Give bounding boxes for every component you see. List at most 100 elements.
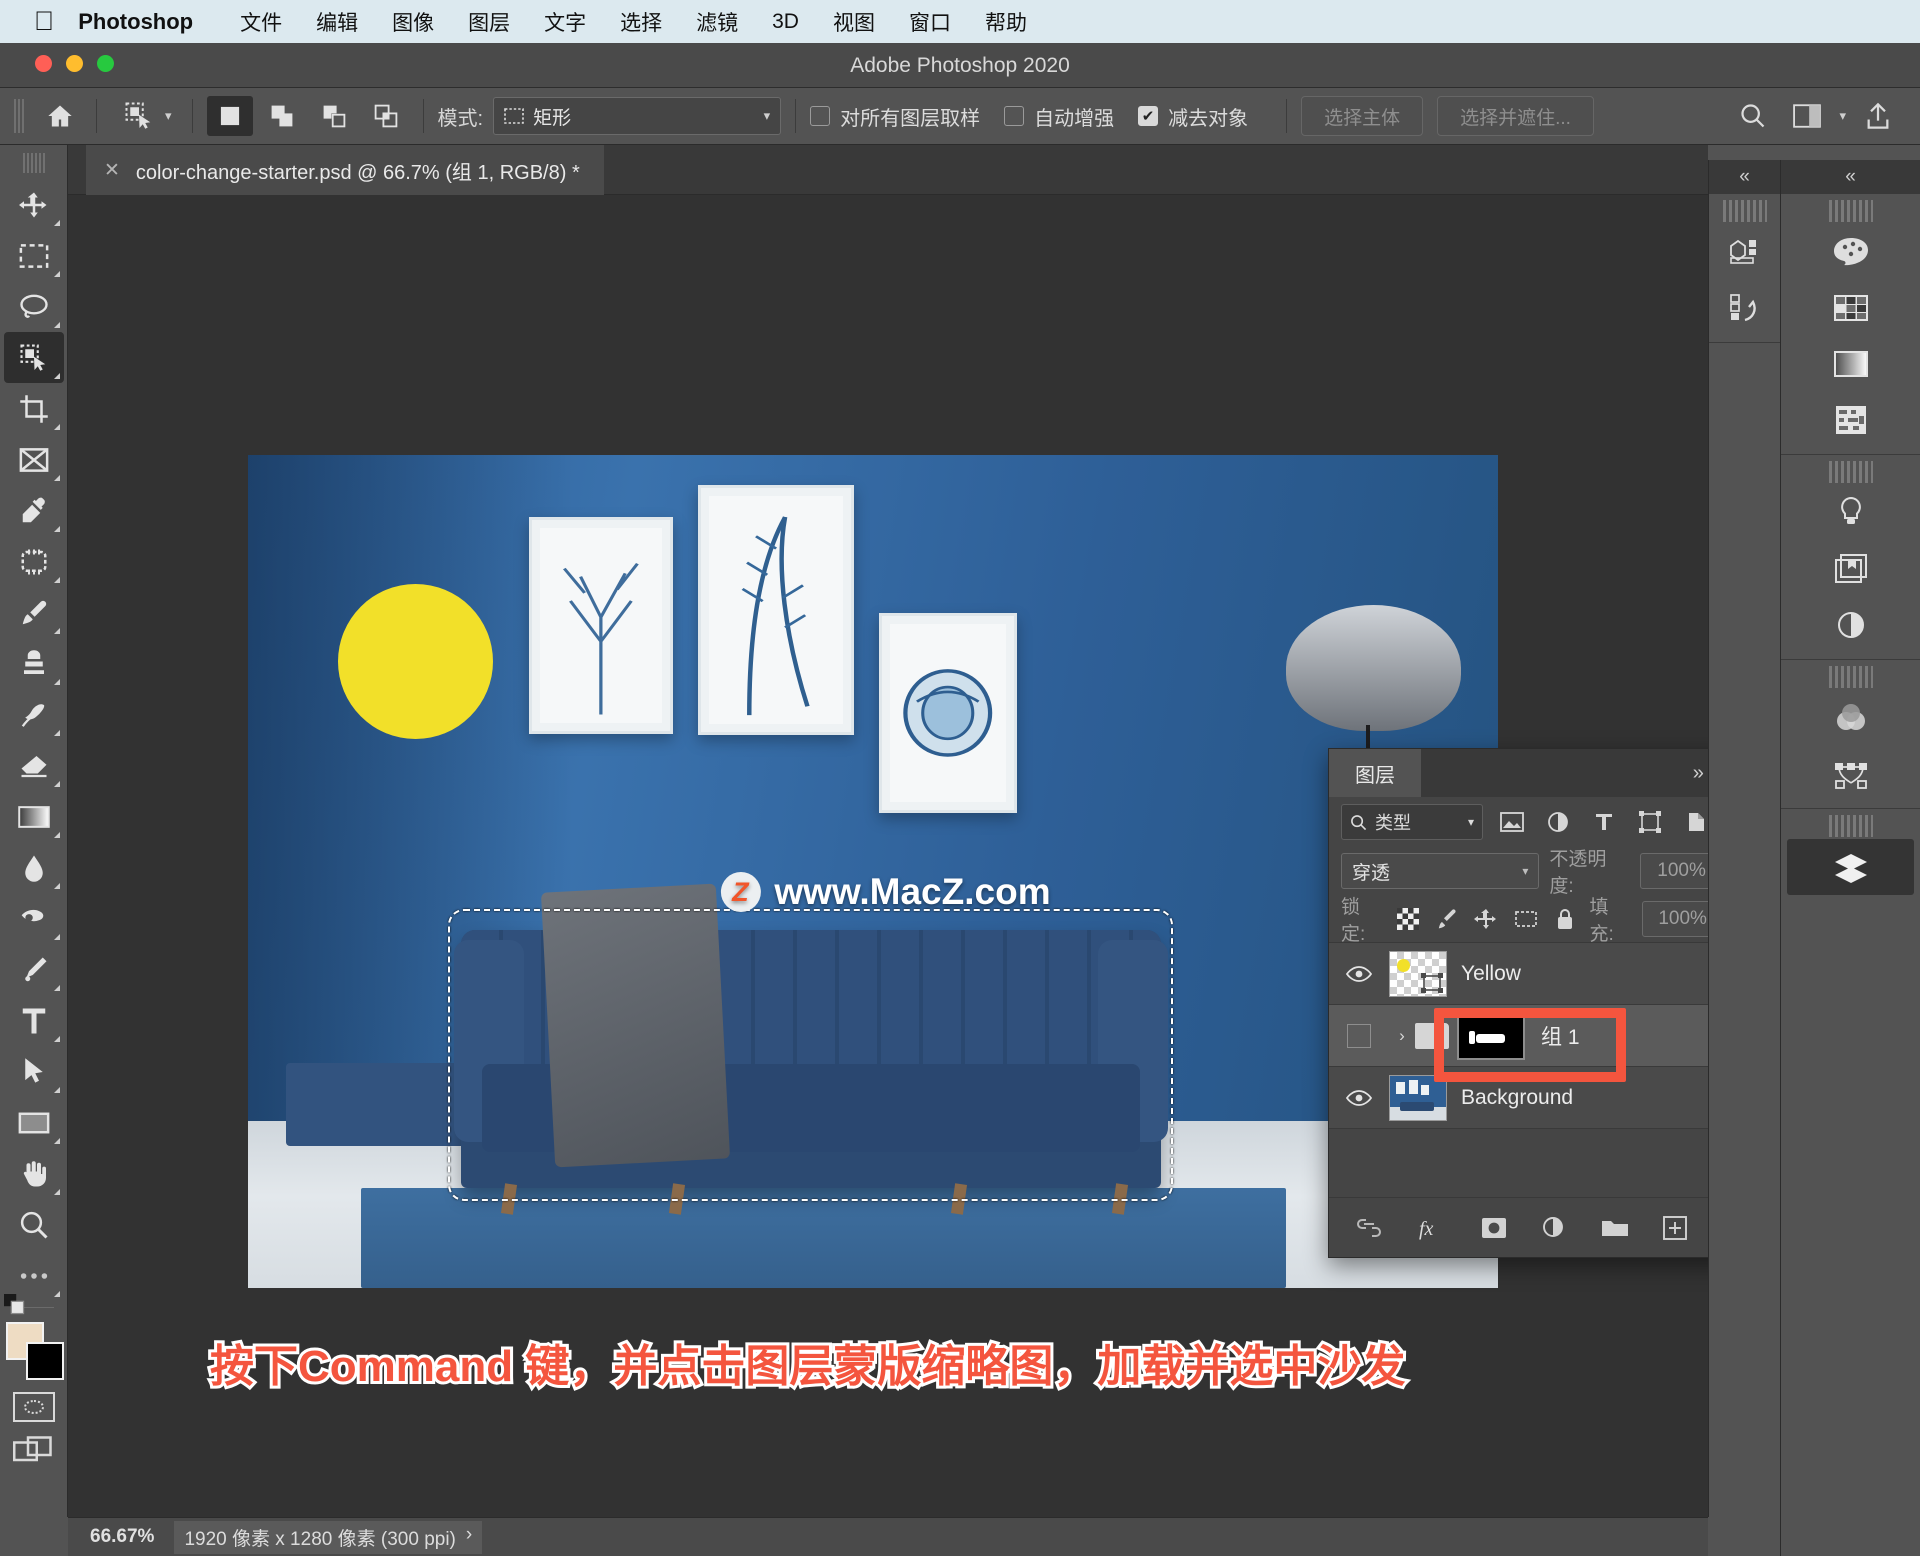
move-tool[interactable] xyxy=(4,179,64,230)
patterns-panel-icon[interactable] xyxy=(1781,392,1920,448)
layer-visibility-toggle[interactable] xyxy=(1329,965,1389,983)
home-icon[interactable] xyxy=(38,96,82,136)
lock-artboard-icon[interactable] xyxy=(1511,904,1540,934)
lasso-tool[interactable] xyxy=(4,281,64,332)
eraser-tool[interactable] xyxy=(4,740,64,791)
hand-tool[interactable] xyxy=(4,1148,64,1199)
menu-item-file[interactable]: 文件 xyxy=(223,7,299,37)
gradient-tool[interactable] xyxy=(4,791,64,842)
table-row[interactable]: Yellow xyxy=(1329,943,1771,1005)
path-selection-tool[interactable] xyxy=(4,1046,64,1097)
menu-item-image[interactable]: 图像 xyxy=(375,7,451,37)
layer-name[interactable]: Yellow xyxy=(1461,962,1521,986)
menu-item-3d[interactable]: 3D xyxy=(755,10,816,34)
lock-position-icon[interactable] xyxy=(1472,904,1501,934)
frame-tool[interactable] xyxy=(4,434,64,485)
chevrons-right-icon[interactable]: » xyxy=(1693,762,1704,785)
blur-tool[interactable] xyxy=(4,842,64,893)
libraries-panel-icon[interactable] xyxy=(1781,541,1920,597)
checkbox-box-checked[interactable] xyxy=(1138,106,1159,126)
chevron-down-icon[interactable]: ▾ xyxy=(1522,864,1528,878)
color-swatches[interactable] xyxy=(3,1294,64,1382)
new-selection-button[interactable] xyxy=(206,96,253,136)
layer-mask-thumbnail[interactable] xyxy=(1457,1011,1525,1060)
rectangular-marquee-tool[interactable] xyxy=(4,230,64,281)
select-subject-button[interactable]: 选择主体 xyxy=(1301,96,1424,136)
document-dimensions[interactable]: 1920 像素 x 1280 像素 (300 ppi) › xyxy=(174,1520,483,1554)
rail-grip[interactable] xyxy=(1722,200,1767,222)
screen-mode-icon[interactable] xyxy=(12,1436,55,1466)
auto-enhance-checkbox[interactable]: 自动增强 xyxy=(1004,102,1114,131)
subtract-object-checkbox[interactable]: 减去对象 xyxy=(1138,102,1248,131)
menu-item-layer[interactable]: 图层 xyxy=(451,7,527,37)
layer-name[interactable]: 组 1 xyxy=(1541,1021,1580,1051)
pen-tool[interactable] xyxy=(4,944,64,995)
layers-panel-icon[interactable] xyxy=(1787,839,1914,895)
layer-name[interactable]: Background xyxy=(1461,1086,1573,1110)
type-tool[interactable] xyxy=(4,995,64,1046)
rail-grip[interactable] xyxy=(1828,461,1873,483)
quick-selection-tool[interactable] xyxy=(3,332,64,383)
menu-item-edit[interactable]: 编辑 xyxy=(299,7,375,37)
table-row[interactable]: › 组 1 xyxy=(1329,1005,1771,1067)
menu-item-filter[interactable]: 滤镜 xyxy=(679,7,755,37)
history-brush-tool[interactable] xyxy=(4,689,64,740)
new-layer-icon[interactable] xyxy=(1663,1215,1687,1240)
layers-panel[interactable]: 图层 » | ☰ 类型 ▾ xyxy=(1328,748,1772,1258)
quick-mask-icon[interactable] xyxy=(12,1392,55,1422)
background-color-swatch[interactable] xyxy=(25,1342,64,1380)
zoom-tool[interactable] xyxy=(4,1199,64,1250)
rail-grip[interactable] xyxy=(1828,815,1873,837)
type-filter-icon[interactable] xyxy=(1587,805,1621,839)
menu-item-select[interactable]: 选择 xyxy=(603,7,679,37)
collapse-outer-rail-button[interactable]: « xyxy=(1781,160,1920,194)
menu-item-help[interactable]: 帮助 xyxy=(968,7,1044,37)
new-group-icon[interactable] xyxy=(1601,1217,1629,1239)
gradients-panel-icon[interactable] xyxy=(1781,336,1920,392)
color-panel-icon[interactable] xyxy=(1781,224,1920,280)
search-icon[interactable] xyxy=(1731,96,1775,136)
chevron-down-icon[interactable]: ▾ xyxy=(165,108,172,124)
lock-image-pixels-icon[interactable] xyxy=(1432,904,1461,934)
checkbox-box[interactable] xyxy=(810,106,831,126)
chevron-down-icon[interactable]: ▾ xyxy=(1839,108,1846,124)
brush-tool[interactable] xyxy=(4,587,64,638)
clone-stamp-tool[interactable] xyxy=(4,638,64,689)
paths-panel-icon[interactable] xyxy=(1781,746,1920,802)
share-icon[interactable] xyxy=(1856,96,1900,136)
rail-grip[interactable] xyxy=(1828,200,1873,222)
pixel-filter-icon[interactable] xyxy=(1495,805,1529,839)
add-to-selection-button[interactable] xyxy=(259,96,305,136)
intersect-selection-button[interactable] xyxy=(363,96,409,136)
layer-thumbnail[interactable] xyxy=(1389,950,1447,997)
tab-layers[interactable]: 图层 xyxy=(1329,749,1421,797)
workspace-icon[interactable] xyxy=(1785,96,1829,136)
close-icon[interactable]: ✕ xyxy=(104,159,120,182)
dodge-tool[interactable] xyxy=(4,893,64,944)
crop-tool[interactable] xyxy=(4,383,64,434)
selection-mode-group[interactable] xyxy=(206,96,409,136)
chevron-down-icon[interactable]: ▾ xyxy=(1468,815,1474,829)
layer-visibility-toggle[interactable] xyxy=(1329,1089,1389,1107)
table-row[interactable]: Background xyxy=(1329,1067,1771,1129)
layer-style-fx-icon[interactable]: fx xyxy=(1417,1215,1447,1241)
apple-icon[interactable]:  xyxy=(34,8,54,35)
add-layer-mask-icon[interactable] xyxy=(1481,1217,1507,1239)
layer-filter-type-dropdown[interactable]: 类型 ▾ xyxy=(1341,804,1483,840)
tool-preset-picker[interactable]: ▾ xyxy=(111,96,178,136)
eyedropper-tool[interactable] xyxy=(4,485,64,536)
selection-mode-dropdown[interactable]: 矩形 ▾ xyxy=(493,97,782,135)
rectangle-tool[interactable] xyxy=(4,1097,64,1148)
menu-item-type[interactable]: 文字 xyxy=(527,7,603,37)
rail-grip[interactable] xyxy=(1828,666,1873,688)
link-layers-icon[interactable] xyxy=(1355,1218,1383,1238)
options-bar-grip[interactable] xyxy=(14,99,24,133)
select-and-mask-button[interactable]: 选择并遮住... xyxy=(1437,96,1594,136)
spot-healing-brush-tool[interactable] xyxy=(4,536,64,587)
layer-thumbnail[interactable] xyxy=(1389,1074,1447,1121)
yellow-circle-shape[interactable] xyxy=(338,584,493,740)
chevron-right-icon[interactable]: › xyxy=(466,1524,472,1551)
chevron-right-icon[interactable]: › xyxy=(1389,1026,1415,1046)
quick-selection-icon[interactable] xyxy=(117,96,161,136)
swatches-panel-icon[interactable] xyxy=(1781,280,1920,336)
